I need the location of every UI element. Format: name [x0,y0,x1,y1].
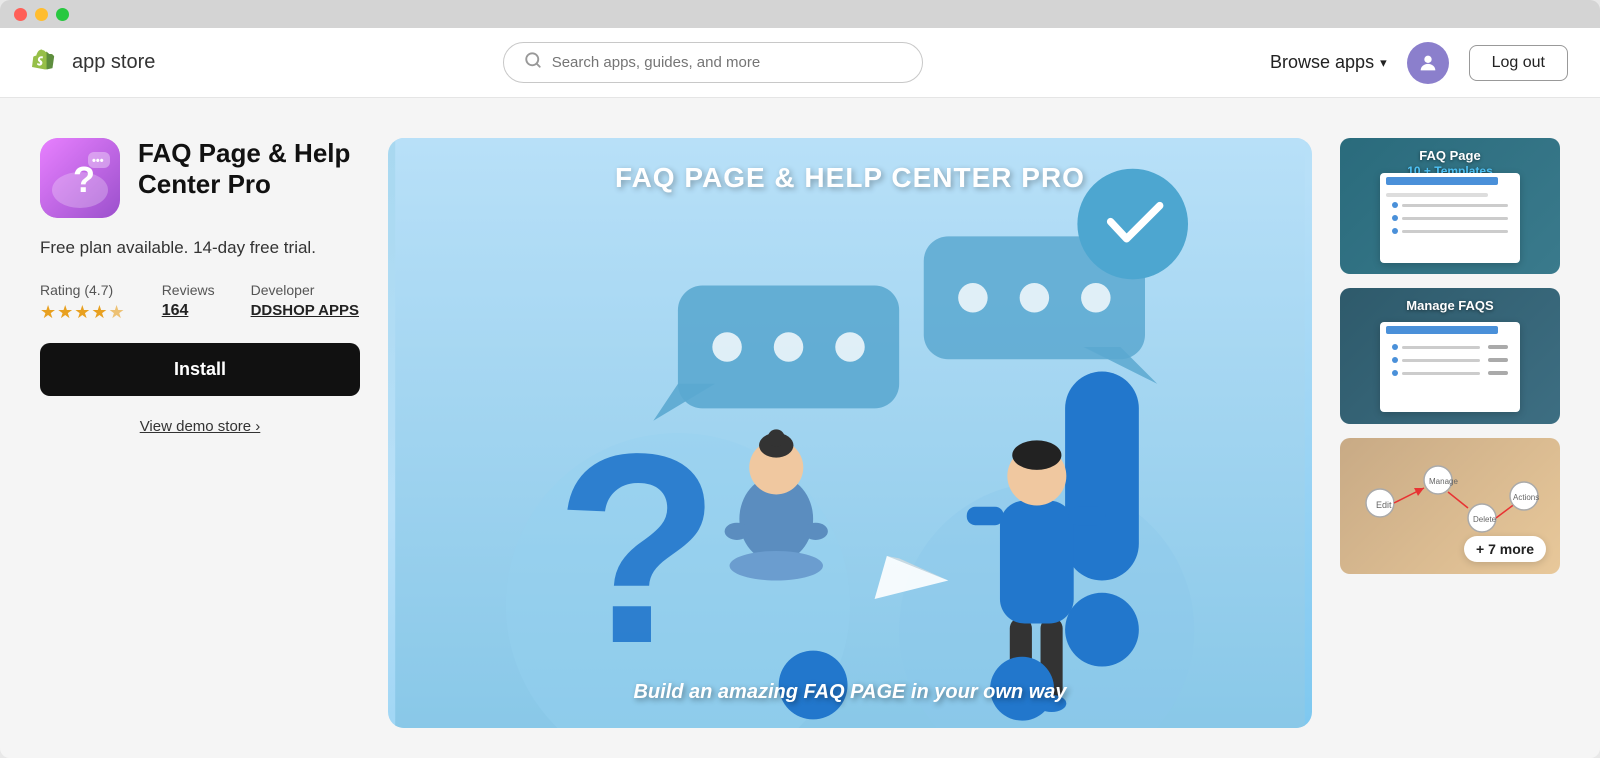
thumb-2-label: Manage FAQS [1340,298,1560,313]
right-panel: FAQ Page10 + Templates [1340,138,1560,728]
svg-text:•••: ••• [92,155,104,167]
reviews-label: Reviews [162,282,215,298]
developer-label: Developer [251,282,359,298]
chevron-down-icon: ▾ [1380,55,1387,71]
screenshot-subtitle-text: Build an amazing FAQ PAGE in your own wa… [388,681,1312,704]
faq-manage-row [1386,342,1514,352]
rating-label: Rating (4.7) [40,282,126,298]
reviews-block: Reviews 164 [162,282,215,323]
window-body: app store Browse apps ▾ [0,28,1600,758]
app-name: FAQ Page & Help Center Pro [138,138,360,200]
rating-row: Rating (4.7) ★★★★★ Reviews 164 Developer… [40,282,360,323]
thumb-screen-lines-2 [1380,338,1520,382]
window-close-dot[interactable] [14,8,27,21]
center-panel: ? [388,138,1312,728]
app-icon: ? ••• [40,138,120,218]
window-chrome [0,0,1600,28]
stars-display: ★★★★★ [40,302,126,323]
faq-row [1386,200,1514,210]
faq-row [1386,226,1514,236]
main-illustration: ? [388,138,1312,728]
install-button[interactable]: Install [40,343,360,396]
more-badge[interactable]: + 7 more [1464,536,1546,562]
thumb-line [1386,193,1488,197]
faq-manage-row [1386,355,1514,365]
app-icon-svg: ? ••• [40,138,120,218]
thumb-screen-bar-2 [1386,326,1498,334]
thumb-2-screen [1380,322,1520,412]
logo-area[interactable]: app store [32,47,155,79]
svg-text:?: ? [555,398,720,700]
main-content: ? ••• FAQ Page & Help Center Pro Free pl… [0,98,1600,758]
thumb-1-screen [1380,173,1520,263]
search-input[interactable] [552,54,902,71]
browse-apps-label: Browse apps [1270,52,1374,73]
developer-name[interactable]: DDSHOP APPS [251,302,359,319]
shopify-logo-icon [32,47,64,79]
search-icon [524,51,542,74]
thumbnail-3[interactable]: Edit Manage Delete Actions [1340,438,1560,574]
window-minimize-dot[interactable] [35,8,48,21]
svg-text:Manage: Manage [1429,477,1458,486]
main-screenshot[interactable]: ? [388,138,1312,728]
rating-block: Rating (4.7) ★★★★★ [40,282,126,323]
search-bar[interactable] [503,42,923,83]
search-bar-wrap [179,42,1246,83]
header-right: Browse apps ▾ Log out [1270,42,1568,84]
window-maximize-dot[interactable] [56,8,69,21]
thumbnail-2[interactable]: Manage FAQS [1340,288,1560,424]
thumbnail-1[interactable]: FAQ Page10 + Templates [1340,138,1560,274]
left-panel: ? ••• FAQ Page & Help Center Pro Free pl… [40,138,360,728]
browse-apps-button[interactable]: Browse apps ▾ [1270,52,1387,73]
app-tagline: Free plan available. 14-day free trial. [40,238,360,258]
faq-row [1386,213,1514,223]
developer-block: Developer DDSHOP APPS [251,282,359,323]
thumb-screen-lines [1380,189,1520,240]
svg-text:Delete: Delete [1473,515,1497,524]
avatar[interactable] [1407,42,1449,84]
svg-text:Edit: Edit [1376,500,1392,510]
demo-store-link[interactable]: View demo store › [40,418,360,435]
faq-manage-row [1386,368,1514,378]
svg-text:Actions: Actions [1513,493,1539,502]
thumb-screen-bar [1386,177,1498,185]
reviews-count[interactable]: 164 [162,302,215,320]
app-identity: ? ••• FAQ Page & Help Center Pro [40,138,360,218]
screenshot-title-text: FAQ PAGE & HELP CENTER PRO [388,162,1312,194]
header: app store Browse apps ▾ [0,28,1600,98]
logout-button[interactable]: Log out [1469,45,1568,81]
app-store-label: app store [72,51,155,74]
